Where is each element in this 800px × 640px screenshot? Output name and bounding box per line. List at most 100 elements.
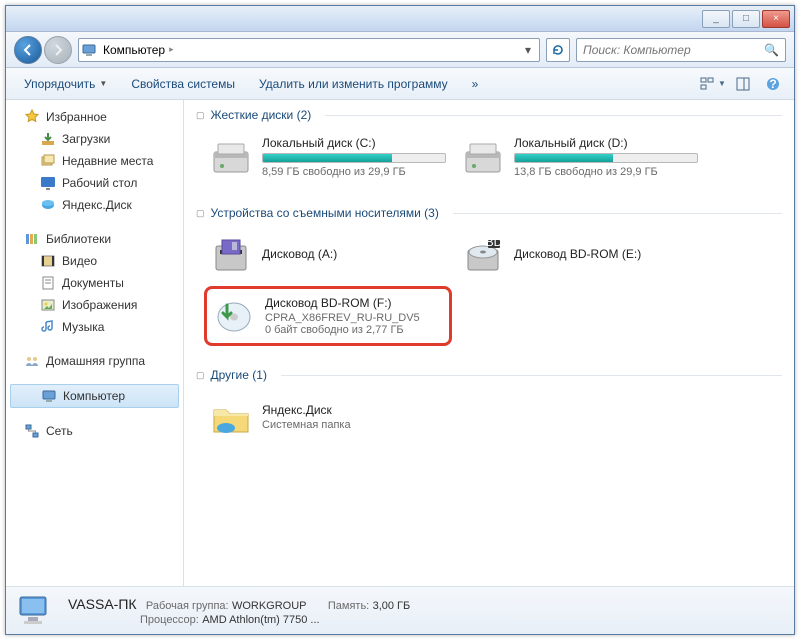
star-icon	[24, 109, 40, 125]
organize-label: Упорядочить	[24, 77, 95, 91]
sidebar-homegroup[interactable]: Домашняя группа	[6, 350, 183, 372]
status-workgroup-label: Рабочая группа:	[146, 600, 229, 612]
hdd-icon	[462, 136, 504, 178]
computer-icon	[81, 42, 97, 58]
status-computer-name: VASSA-ПК	[68, 596, 137, 612]
status-bar: VASSA-ПК Рабочая группа: WORKGROUP Памят…	[6, 586, 794, 634]
organize-button[interactable]: Упорядочить ▼	[14, 73, 117, 95]
close-button[interactable]: ×	[762, 10, 790, 28]
minimize-button[interactable]: _	[702, 10, 730, 28]
item-name: Локальный диск (C:)	[262, 136, 446, 150]
sidebar-label: Компьютер	[63, 389, 125, 403]
divider	[325, 115, 782, 116]
status-memory-label: Память:	[328, 600, 369, 612]
item-name: Яндекс.Диск	[262, 403, 446, 417]
item-free-space: 8,59 ГБ свободно из 29,9 ГБ	[262, 166, 446, 178]
divider	[453, 213, 782, 214]
uninstall-program-button[interactable]: Удалить или изменить программу	[249, 73, 458, 95]
status-cpu-label: Процессор:	[140, 614, 199, 626]
group-title: Другие (1)	[211, 368, 267, 382]
chevron-right-icon: ▸	[169, 44, 174, 55]
toolbar-overflow-button[interactable]: »	[462, 73, 489, 95]
triangle-icon: ▢	[196, 110, 205, 121]
drive-item[interactable]: Локальный диск (C:) 8,59 ГБ свободно из 2…	[204, 130, 452, 184]
sidebar-item-pictures[interactable]: Изображения	[6, 294, 183, 316]
divider	[281, 375, 782, 376]
group-title: Жесткие диски (2)	[211, 108, 312, 122]
chevron-down-icon: ▼	[99, 79, 107, 88]
video-icon	[40, 253, 56, 269]
drive-item[interactable]: Дисковод (A:)	[204, 228, 452, 282]
sidebar-libraries[interactable]: Библиотеки	[6, 228, 183, 250]
arrow-left-icon	[21, 43, 35, 57]
group-title: Устройства со съемными носителями (3)	[211, 206, 439, 220]
item-name: Дисковод BD-ROM (F:)	[265, 296, 443, 310]
back-button[interactable]	[14, 36, 42, 64]
drive-item[interactable]: BD Дисковод BD-ROM (E:)	[456, 228, 704, 282]
item-subtitle: Системная папка	[262, 419, 446, 431]
sidebar-label: Документы	[62, 276, 124, 290]
arrow-right-icon	[51, 43, 65, 57]
sidebar-item-recent[interactable]: Недавние места	[6, 150, 183, 172]
sidebar-label: Рабочий стол	[62, 176, 137, 190]
sidebar-label: Видео	[62, 254, 97, 268]
drive-item[interactable]: Локальный диск (D:) 13,8 ГБ свободно из 2…	[456, 130, 704, 184]
floppy-icon	[210, 234, 252, 276]
sidebar-label: Музыка	[62, 320, 104, 334]
sidebar-item-yandexdisk[interactable]: Яндекс.Диск	[6, 194, 183, 216]
system-properties-button[interactable]: Свойства системы	[121, 73, 245, 95]
group-header[interactable]: ▢ Другие (1)	[184, 364, 794, 386]
forward-button[interactable]	[44, 36, 72, 64]
status-cpu: AMD Athlon(tm) 7750 ...	[202, 614, 319, 626]
sidebar-label: Загрузки	[62, 132, 110, 146]
bdrom-icon: BD	[462, 234, 504, 276]
item-subtitle: CPRA_X86FREV_RU-RU_DV5	[265, 312, 443, 324]
breadcrumb-item[interactable]: Компьютер ▸	[97, 41, 180, 59]
sidebar-label: Библиотеки	[46, 232, 111, 246]
status-memory: 3,00 ГБ	[373, 600, 411, 612]
music-icon	[40, 319, 56, 335]
search-input[interactable]	[583, 43, 764, 57]
address-dropdown[interactable]: ▾	[519, 43, 537, 57]
triangle-icon: ▢	[196, 370, 205, 381]
sidebar-favorites[interactable]: Избранное	[6, 106, 183, 128]
hdd-icon	[210, 136, 252, 178]
status-workgroup: WORKGROUP	[232, 600, 307, 612]
group-header[interactable]: ▢Устройства со съемными носителями (3)	[184, 202, 794, 224]
sidebar-label: Избранное	[46, 110, 107, 124]
drive-item[interactable]: Дисковод BD-ROM (F:) CPRA_X86FREV_RU-RU_D…	[204, 286, 452, 346]
preview-pane-button[interactable]	[730, 73, 756, 95]
sidebar-item-downloads[interactable]: Загрузки	[6, 128, 183, 150]
titlebar[interactable]: _ □ ×	[6, 6, 794, 32]
sidebar-label: Домашняя группа	[46, 354, 145, 368]
sidebar-network[interactable]: Сеть	[6, 420, 183, 442]
navbar: Компьютер ▸ ▾ 🔍	[6, 32, 794, 68]
sidebar-item-documents[interactable]: Документы	[6, 272, 183, 294]
pane-icon	[736, 77, 750, 91]
help-button[interactable]: ?	[760, 73, 786, 95]
address-bar[interactable]: Компьютер ▸ ▾	[78, 38, 540, 62]
sidebar-item-video[interactable]: Видео	[6, 250, 183, 272]
refresh-button[interactable]	[546, 38, 570, 62]
sidebar-item-music[interactable]: Музыка	[6, 316, 183, 338]
item-free-space: 13,8 ГБ свободно из 29,9 ГБ	[514, 166, 698, 178]
pictures-icon	[40, 297, 56, 313]
item-name: Локальный диск (D:)	[514, 136, 698, 150]
view-options-button[interactable]: ▼	[700, 73, 726, 95]
search-box[interactable]: 🔍	[576, 38, 786, 62]
sidebar-item-desktop[interactable]: Рабочий стол	[6, 172, 183, 194]
downloads-icon	[40, 131, 56, 147]
homegroup-icon	[24, 353, 40, 369]
sidebar-computer[interactable]: Компьютер	[10, 384, 179, 408]
drive-item[interactable]: Яндекс.Диск Системная папка	[204, 390, 452, 444]
group-header[interactable]: ▢ Жесткие диски (2)	[184, 104, 794, 126]
item-name: Дисковод BD-ROM (E:)	[514, 247, 698, 261]
yandex-disk-icon	[40, 197, 56, 213]
breadcrumb-label: Компьютер	[103, 43, 165, 57]
desktop-icon	[40, 175, 56, 191]
maximize-button[interactable]: □	[732, 10, 760, 28]
capacity-bar	[514, 153, 698, 163]
folder-yd-icon	[210, 396, 252, 438]
recent-icon	[40, 153, 56, 169]
svg-text:?: ?	[769, 77, 776, 91]
